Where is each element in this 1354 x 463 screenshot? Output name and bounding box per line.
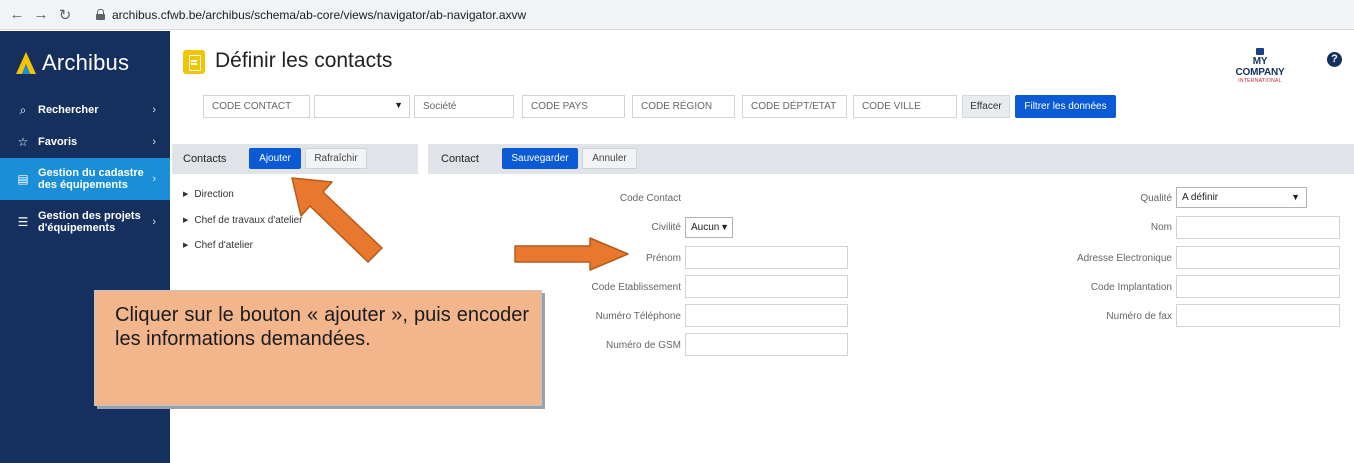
instruction-callout: Cliquer sur le bouton « ajouter », puis …: [94, 290, 542, 406]
annotation-arrow-horizontal-icon: [514, 237, 629, 271]
page: ← → ↻ archibus.cfwb.be/archibus/schema/a…: [0, 0, 1354, 463]
annotation-arrow-diagonal-icon: [291, 177, 383, 263]
instruction-text: Cliquer sur le bouton « ajouter », puis …: [115, 304, 529, 350]
